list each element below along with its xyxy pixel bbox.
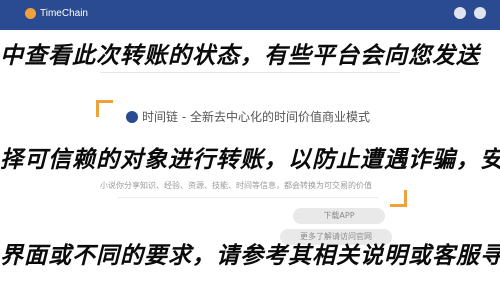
overlay-text-line-3: 界面或不同的要求，请参考其相关说明或客服寻 [0,242,500,269]
overlay-text-line-2: 择可信赖的对象进行转账，以防止遭遇诈骗，安 [0,146,500,173]
download-app-button[interactable]: 下载APP [293,208,385,224]
bracket-corner-top-left [96,100,113,117]
top-navigation-bar: TimeChain [0,0,500,30]
site-logo[interactable]: TimeChain [25,8,88,19]
menu-icon[interactable] [474,7,486,19]
timechain-logo-icon-banner [126,111,138,123]
top-right-controls [454,7,486,19]
banner-top-divider [100,72,400,73]
banner-mid-divider [118,197,378,198]
site-logo-text: TimeChain [40,8,88,19]
banner-title: 时间链 - 全新去中心化的时间价值商业模式 [142,110,370,124]
timechain-logo-icon [25,8,36,19]
overlay-text-line-1: 中查看此次转账的状态，有些平台会向您发送 [0,42,480,69]
user-icon[interactable] [454,7,466,19]
bracket-corner-bottom-right [390,190,407,207]
banner-subtitle: 小说你分享知识、经验、资源、技能、时间等信息，都会转换为可交易的价值 [100,181,372,190]
